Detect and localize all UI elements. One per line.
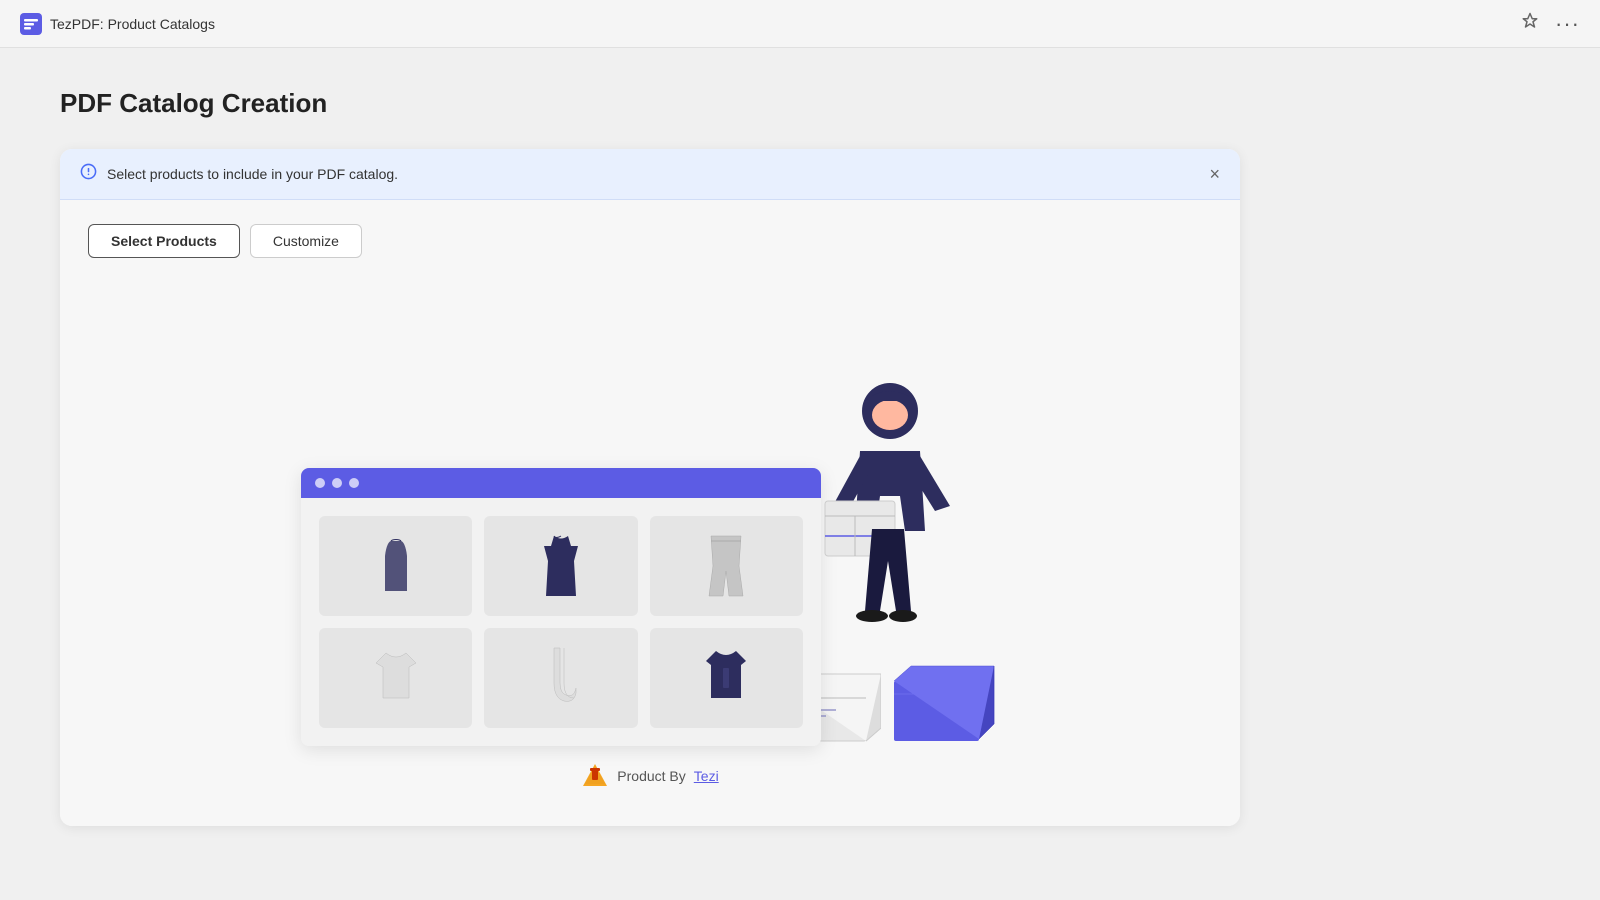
topbar-title: TezPDF: Product Catalogs	[50, 16, 215, 32]
footer-brand-link[interactable]: Tezi	[694, 768, 719, 784]
product-cell-1	[319, 516, 472, 616]
browser-dot-2	[332, 478, 342, 488]
browser-dot-3	[349, 478, 359, 488]
browser-mockup	[301, 468, 821, 746]
page-title: PDF Catalog Creation	[60, 88, 1540, 119]
tab-customize[interactable]: Customize	[250, 224, 362, 258]
product-cell-2	[484, 516, 637, 616]
tab-select-products[interactable]: Select Products	[88, 224, 240, 258]
product-cell-5	[484, 628, 637, 728]
tezi-logo-icon	[581, 762, 609, 790]
topbar-right: ···	[1521, 11, 1580, 37]
page-content: PDF Catalog Creation Select products to …	[0, 48, 1600, 866]
tabs-container: Select Products Customize	[88, 224, 1212, 258]
product-cell-6	[650, 628, 803, 728]
product-grid	[319, 516, 803, 728]
browser-content	[301, 498, 821, 746]
topbar-left: TezPDF: Product Catalogs	[20, 13, 215, 35]
character-illustration	[800, 371, 980, 686]
main-card: Select products to include in your PDF c…	[60, 149, 1240, 826]
browser-dot-1	[315, 478, 325, 488]
pin-icon[interactable]	[1521, 12, 1539, 35]
illustration-area	[88, 286, 1212, 746]
app-logo-icon	[20, 13, 42, 35]
footer-prefix-text: Product By	[617, 768, 685, 784]
footer-brand: Product By Tezi	[88, 762, 1212, 790]
info-icon	[80, 163, 97, 185]
info-banner-left: Select products to include in your PDF c…	[80, 163, 398, 185]
product-cell-4	[319, 628, 472, 728]
info-banner-text: Select products to include in your PDF c…	[107, 166, 398, 182]
more-options-icon[interactable]: ···	[1555, 11, 1580, 37]
product-cell-3	[650, 516, 803, 616]
browser-bar	[301, 468, 821, 498]
close-banner-button[interactable]: ×	[1209, 164, 1220, 185]
topbar: TezPDF: Product Catalogs ···	[0, 0, 1600, 48]
info-banner: Select products to include in your PDF c…	[60, 149, 1240, 200]
card-body: Select Products Customize	[60, 200, 1240, 826]
